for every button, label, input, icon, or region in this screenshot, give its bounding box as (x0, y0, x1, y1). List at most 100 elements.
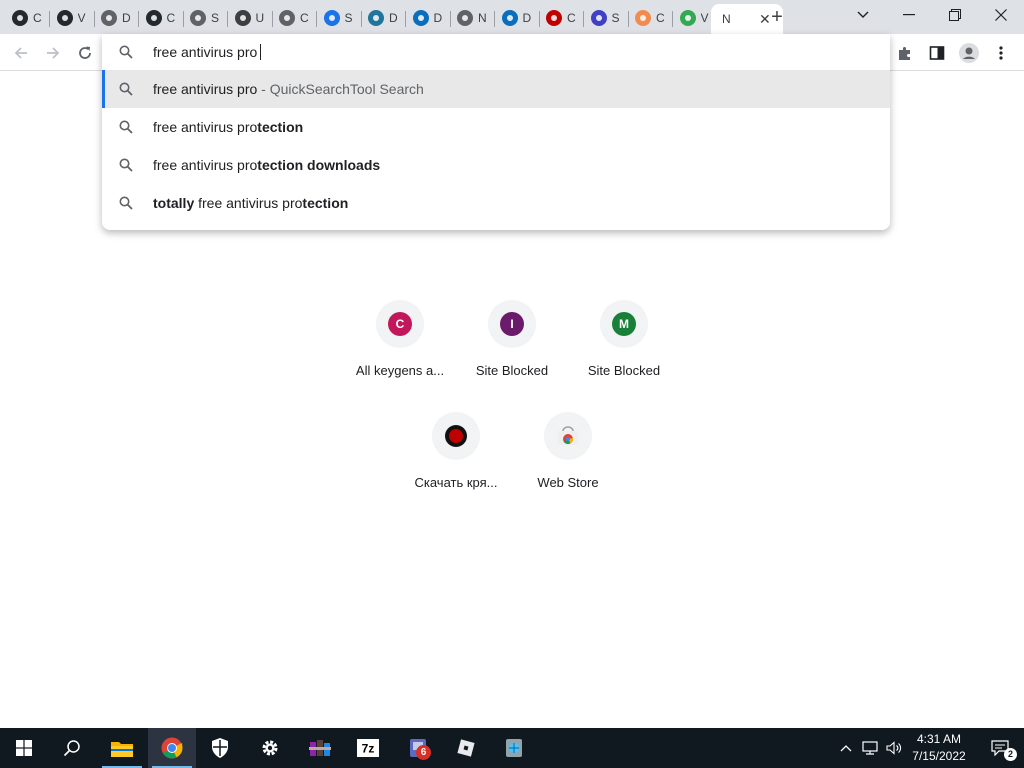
clock-time: 4:31 AM (916, 732, 962, 746)
tab-title: U (255, 11, 265, 25)
suggestion-match: free antivirus pro (153, 119, 258, 135)
browser-tab[interactable]: V (51, 4, 95, 32)
taskbar-chrome[interactable] (148, 728, 196, 768)
suggestion-provider: - QuickSearchTool Search (257, 81, 424, 97)
profile-button[interactable] (956, 40, 982, 66)
search-icon (119, 82, 133, 96)
browser-tab[interactable]: D (407, 4, 451, 32)
browser-tab[interactable]: C (6, 4, 50, 32)
network-app-icon (506, 739, 522, 757)
browser-tab[interactable]: D (362, 4, 406, 32)
suggestion-item[interactable]: free antivirus protection (102, 108, 890, 146)
browser-tab[interactable]: N (451, 4, 495, 32)
suggestion-item[interactable]: free antivirus protection downloads (102, 146, 890, 184)
browser-tab[interactable]: S (184, 4, 228, 32)
gear-icon (262, 740, 278, 756)
omnibox-input[interactable]: free antivirus pro (102, 34, 890, 70)
suggestion-item[interactable]: totally free antivirus protection (102, 184, 890, 222)
shortcut-icon-circle: I (488, 300, 536, 348)
volume-tray-button[interactable] (882, 728, 906, 768)
browser-tab[interactable]: D (496, 4, 540, 32)
taskbar-7zip[interactable]: 7z (344, 728, 392, 768)
red-record-icon (444, 424, 468, 448)
minimize-button[interactable] (886, 0, 932, 30)
browser-tab[interactable]: S (318, 4, 362, 32)
github-icon (12, 10, 28, 26)
shortcut-tile[interactable]: C All keygens a... (344, 300, 456, 412)
menu-button[interactable] (988, 40, 1014, 66)
shield-icon (212, 738, 228, 758)
taskbar-roblox[interactable] (442, 728, 490, 768)
browser-tab[interactable]: C (629, 4, 673, 32)
new-tab-button[interactable]: + (766, 6, 788, 28)
tab-title: D (389, 11, 398, 25)
shortcut-label: Site Blocked (475, 363, 549, 378)
taskbar-search-button[interactable] (48, 728, 96, 768)
suggestion-item[interactable]: free antivirus pro - QuickSearchTool Sea… (102, 70, 890, 108)
speaker-icon (886, 741, 901, 755)
suggestion-match: free antivirus pro (153, 157, 258, 173)
shortcut-label: Скачать кря... (414, 475, 498, 490)
shortcut-tile[interactable]: M Site Blocked (568, 300, 680, 412)
browser-tab[interactable]: S (585, 4, 629, 32)
tab-title: S (211, 11, 220, 25)
circle-logo-icon (679, 10, 696, 26)
reload-button[interactable] (72, 40, 98, 66)
suggestion-text: free antivirus protection (153, 119, 303, 135)
forward-arrow-icon (47, 47, 60, 59)
browser-tab[interactable]: C (273, 4, 317, 32)
minimize-icon (903, 14, 915, 16)
side-panel-button[interactable] (924, 40, 950, 66)
shortcut-tile[interactable]: Скачать кря... (400, 412, 512, 524)
taskbar-security[interactable] (196, 728, 244, 768)
taskbar-winrar[interactable] (296, 728, 344, 768)
extensions-button[interactable] (892, 40, 918, 66)
browser-tab[interactable]: D (95, 4, 139, 32)
start-button[interactable] (0, 728, 48, 768)
taskbar-settings[interactable] (246, 728, 294, 768)
browser-tab[interactable]: U (229, 4, 273, 32)
windows-logo-icon (16, 740, 32, 756)
search-icon (119, 120, 133, 134)
network-tray-button[interactable] (858, 728, 882, 768)
browser-tab[interactable]: C (140, 4, 184, 32)
github-icon (145, 10, 162, 26)
close-window-button[interactable] (978, 0, 1024, 30)
suggestion-text: free antivirus pro - QuickSearchTool Sea… (153, 81, 424, 97)
tab-title: V (77, 11, 86, 25)
suggestion-match: free antivirus pro (194, 195, 303, 211)
taskbar-clock[interactable]: 4:31 AM 7/15/2022 (906, 731, 972, 765)
tab-search-button[interactable] (840, 0, 886, 30)
text-caret (260, 44, 262, 60)
search-icon (119, 45, 133, 59)
suggestion-text: totally free antivirus protection (153, 195, 348, 211)
suggestion-match-bold: tection (257, 119, 304, 135)
notification-count-badge: 2 (1004, 748, 1017, 761)
kebab-menu-icon (999, 46, 1003, 60)
restore-icon (949, 9, 961, 21)
tab-title: D (522, 11, 532, 25)
taskbar-app-2[interactable] (490, 728, 538, 768)
tab-strip: CVDCSUCSDDNDCSCV N ✕ + (0, 0, 1024, 34)
shortcut-tile[interactable]: Web Store (512, 412, 624, 524)
browser-tab[interactable]: C (540, 4, 584, 32)
suggestion-text: free antivirus protection downloads (153, 157, 380, 173)
shortcut-icon-circle (432, 412, 480, 460)
suggestion-match-bold: totally (153, 195, 195, 211)
shortcut-tile[interactable]: I Site Blocked (456, 300, 568, 412)
suggestion-match: free antivirus pro (153, 81, 258, 97)
show-hidden-icons-button[interactable] (834, 728, 858, 768)
action-center-button[interactable]: 2 (976, 728, 1024, 768)
taskbar-app-with-badge[interactable]: 6 (394, 728, 442, 768)
forward-button[interactable] (40, 40, 66, 66)
tab-title: S (611, 11, 620, 25)
reload-icon (79, 46, 91, 59)
restore-button[interactable] (932, 0, 978, 30)
taskbar-file-explorer[interactable] (98, 728, 146, 768)
roblox-icon (457, 739, 475, 757)
chevron-down-icon (857, 11, 869, 18)
back-button[interactable] (8, 40, 34, 66)
tab-title: C (300, 11, 309, 25)
sevenzip-icon: 7z (357, 739, 379, 757)
archive-books-icon (309, 740, 331, 756)
